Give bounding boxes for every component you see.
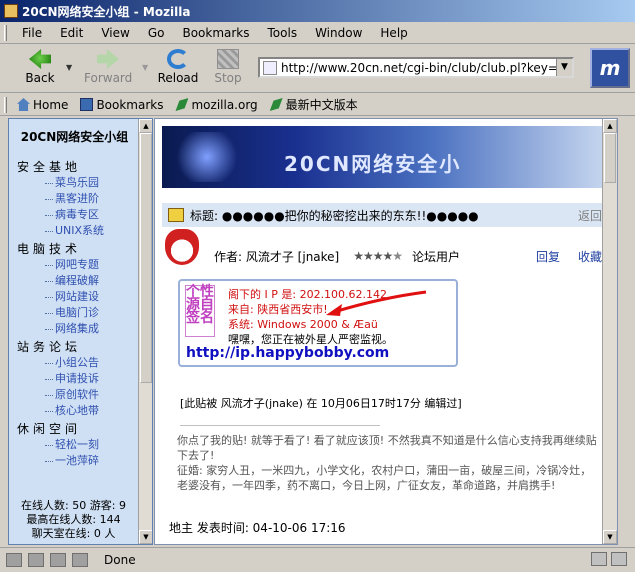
menu-bookmarks[interactable]: Bookmarks (173, 26, 258, 40)
menu-bar: File Edit View Go Bookmarks Tools Window… (0, 22, 635, 44)
forward-button[interactable]: Forward (84, 49, 132, 89)
section-security-base: 安全基地 (17, 160, 82, 174)
lock-icon (611, 552, 627, 566)
forward-label: Forward (84, 71, 133, 85)
bookmark-icon (175, 98, 189, 111)
latest-chinese-label: 最新中文版本 (285, 98, 358, 112)
back-dropdown-icon[interactable]: ▼ (66, 63, 72, 72)
edit-note: [此贴被 风流才子(jnake) 在 10月06日17时17分 编辑过] (180, 397, 462, 410)
status-indicators (587, 552, 627, 566)
url-bar[interactable]: ▼ (258, 57, 574, 78)
latest-chinese-link[interactable]: 最新中文版本 (266, 96, 362, 113)
reload-button[interactable]: Reload (154, 49, 202, 89)
content-frame: 20CN网络安全小 标题: ●●●●●●把你的秘密挖出来的东东!!●●●●● 返… (154, 118, 618, 545)
scroll-thumb[interactable] (604, 133, 616, 183)
composer-icon[interactable] (50, 553, 66, 567)
menu-file[interactable]: File (13, 26, 51, 40)
sidebar-frame: 20CN网络安全小组 安全基地 菜鸟乐园 黑客进阶 病毒专区 UNIX系统 电脑… (8, 118, 153, 545)
signature-stamp: 个性 源自 签名 (185, 285, 215, 337)
url-input[interactable] (281, 60, 561, 75)
return-link[interactable]: 返回 (578, 207, 602, 224)
mozilla-org-label: mozilla.org (191, 97, 258, 112)
reload-label: Reload (157, 71, 199, 85)
reload-icon (167, 49, 189, 69)
signature-divider (180, 425, 380, 426)
bookmark-icon (269, 98, 283, 111)
back-button[interactable]: Back (16, 49, 64, 89)
content-scrollbar[interactable]: ▲ ▼ (602, 119, 617, 544)
home-label: Home (33, 97, 69, 112)
author-row: 作者: 风流才子 [jnake] ★★★★★ 论坛用户 回复 收藏 (162, 245, 608, 267)
scroll-up-icon[interactable]: ▲ (603, 119, 617, 133)
toolbar-grip[interactable] (4, 24, 7, 41)
sidebar-scrollbar[interactable]: ▲ ▼ (138, 119, 152, 544)
subject-bar: 标题: ●●●●●●把你的秘密挖出来的东东!!●●●●● 返回 (162, 203, 608, 227)
online-stats: 在线人数: 50 游客: 9 最高在线人数: 144 聊天室在线: 0 人 (9, 499, 138, 541)
signature-system: 系统: Windows 2000 & Æaü (228, 318, 378, 331)
signature-from: 来自: 陕西省西安市! (228, 303, 328, 316)
stop-icon (217, 49, 239, 69)
stop-button[interactable]: Stop (204, 49, 252, 89)
scroll-thumb[interactable] (140, 133, 152, 383)
signature-image: 个性 源自 签名 阁下的 I P 是: 202.100.62.142 来自: 陕… (178, 279, 458, 367)
bookmarks-link[interactable]: Bookmarks (76, 98, 167, 112)
author-label[interactable]: 作者: 风流才子 [jnake] (214, 248, 339, 265)
site-banner: 20CN网络安全小 (162, 126, 608, 188)
favorite-link[interactable]: 收藏 (578, 248, 602, 265)
status-text: Done (104, 553, 136, 567)
red-arrow-icon (326, 290, 427, 316)
bookmarks-icon (80, 98, 94, 111)
signature-link[interactable]: http://ip.happybobby.com (186, 345, 389, 361)
toolbar-grip[interactable] (4, 96, 7, 113)
section-leisure: 休闲空间 (17, 422, 82, 436)
sidebar-title: 20CN网络安全小组 (20, 130, 129, 144)
banner-figure (172, 132, 242, 182)
mail-icon[interactable] (28, 553, 44, 567)
stop-label: Stop (214, 71, 242, 85)
online-count: 在线人数: 50 游客: 9 (21, 499, 126, 512)
mozilla-app-icon (4, 4, 18, 18)
reply-link[interactable]: 回复 (536, 248, 560, 265)
next-post-header: 地主 发表时间: 04-10-06 17:16 (169, 521, 346, 535)
status-bar: Done (0, 547, 635, 572)
menu-window[interactable]: Window (306, 26, 371, 40)
section-site-forum: 站务论坛 (17, 340, 82, 354)
user-type: 论坛用户 (412, 249, 461, 264)
back-label: Back (25, 71, 55, 85)
online-icon[interactable] (591, 552, 607, 566)
post-body-1: 你点了我的贴! 就等于看了! 看了就应该顶! 不然我真不知道是什么信心支持我再继… (177, 434, 597, 462)
post-subject: 标题: ●●●●●●把你的秘密挖出来的东东!!●●●●● (190, 208, 479, 223)
menu-go[interactable]: Go (139, 26, 174, 40)
rating-stars: ★★★★★ (353, 249, 403, 263)
mozilla-throbber-icon[interactable]: m (590, 48, 630, 88)
scroll-down-icon[interactable]: ▼ (139, 530, 152, 544)
window-title: 20CN网络安全小组 - Mozilla (22, 4, 191, 19)
menu-edit[interactable]: Edit (51, 26, 92, 40)
mozilla-org-link[interactable]: mozilla.org (171, 98, 261, 112)
banner-text: 20CN网络安全小 (284, 152, 462, 176)
chat-online: 聊天室在线: 0 人 (31, 527, 116, 540)
forward-dropdown-icon[interactable]: ▼ (142, 63, 148, 72)
url-dropdown-icon[interactable]: ▼ (556, 59, 572, 76)
home-link[interactable]: Home (13, 98, 72, 112)
bookmarks-label: Bookmarks (96, 97, 164, 112)
stamp-line: 签名 (186, 310, 214, 326)
back-arrow-icon (29, 49, 51, 69)
address-book-icon[interactable] (72, 553, 88, 567)
scroll-up-icon[interactable]: ▲ (139, 119, 152, 133)
menu-tools[interactable]: Tools (259, 26, 307, 40)
section-computer-tech: 电脑技术 (17, 242, 82, 256)
scroll-down-icon[interactable]: ▼ (603, 530, 617, 544)
title-bar: 20CN网络安全小组 - Mozilla (0, 0, 635, 22)
page-icon (263, 60, 277, 75)
folder-icon (168, 208, 184, 222)
personal-toolbar: Home Bookmarks mozilla.org 最新中文版本 (0, 94, 635, 116)
max-online: 最高在线人数: 144 (26, 513, 121, 526)
navigator-icon[interactable] (6, 553, 22, 567)
forward-arrow-icon (97, 49, 119, 69)
menu-help[interactable]: Help (371, 26, 416, 40)
post-body-2: 征婚: 家穷人丑，一米四九，小学文化，农村户口，蒲田一亩，破屋三间，冷锅冷灶，老… (177, 464, 592, 492)
menu-view[interactable]: View (92, 26, 138, 40)
home-icon (17, 98, 30, 111)
